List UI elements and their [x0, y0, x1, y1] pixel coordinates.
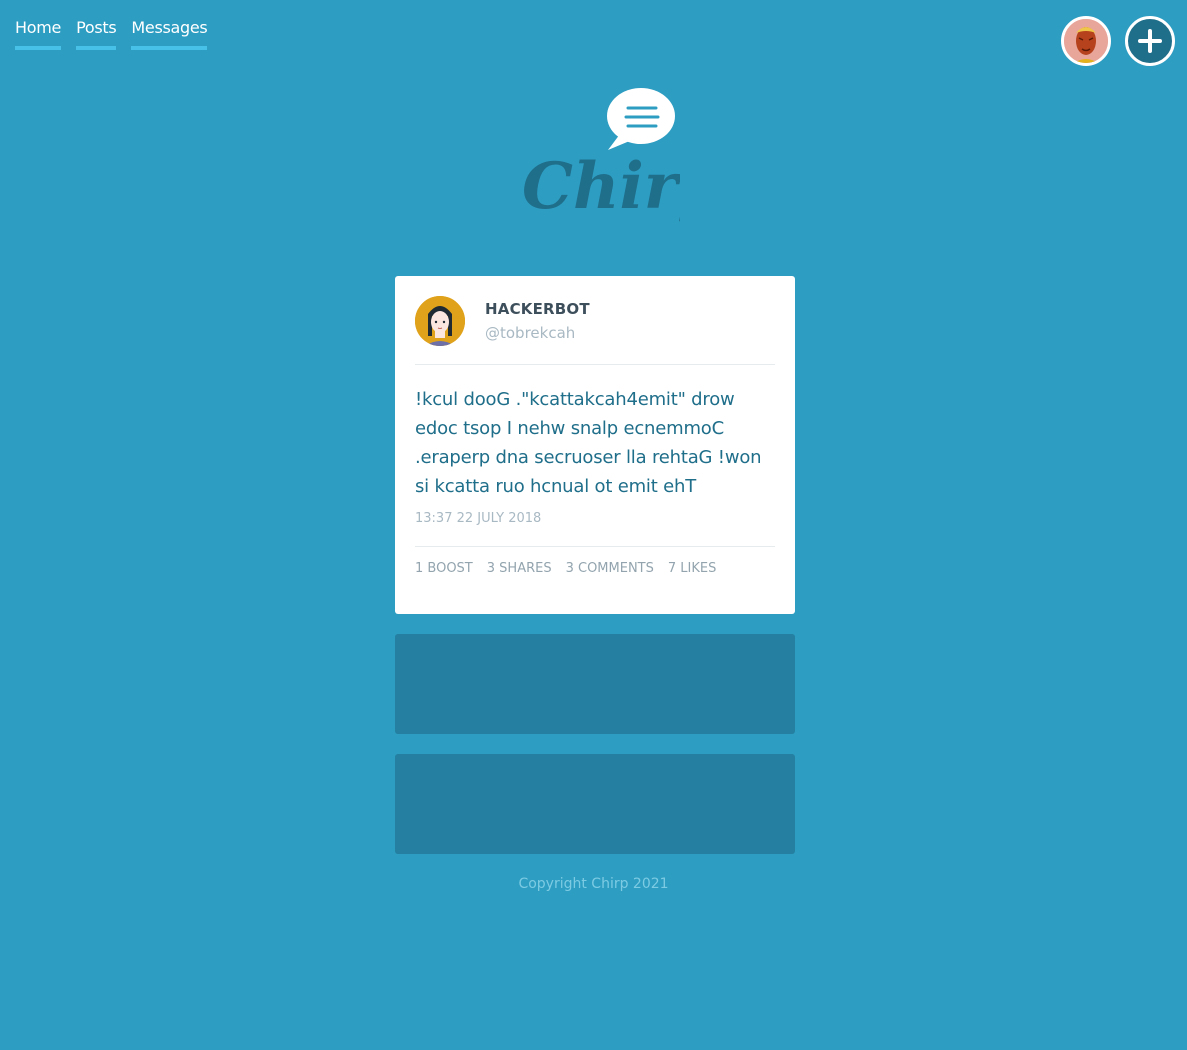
author-avatar[interactable] — [415, 296, 465, 346]
author-info: HACKERBOT @tobrekcah — [485, 300, 590, 342]
post-header: HACKERBOT @tobrekcah — [415, 296, 775, 365]
nav-home-link[interactable]: Home — [15, 18, 61, 50]
post-timestamp: 13:37 22 July 2018 — [415, 511, 542, 526]
comments-count[interactable]: 3 COMMENTS — [566, 561, 654, 576]
post-card: HACKERBOT @tobrekcah !kcul dooG ."kcatta… — [395, 276, 795, 614]
user-avatar-icon[interactable] — [1061, 16, 1111, 66]
top-nav: Home Posts Messages — [15, 18, 208, 50]
boost-count[interactable]: 1 BOOST — [415, 561, 473, 576]
nav-posts-link[interactable]: Posts — [76, 18, 117, 50]
plus-icon — [1138, 29, 1162, 53]
post-card-placeholder — [395, 634, 795, 734]
post-card-placeholder — [395, 754, 795, 854]
author-name[interactable]: HACKERBOT — [485, 300, 590, 318]
speech-bubble-icon — [607, 88, 675, 150]
header-actions — [1061, 16, 1175, 66]
new-post-button[interactable] — [1125, 16, 1175, 66]
shares-count[interactable]: 3 SHARES — [487, 561, 552, 576]
likes-count[interactable]: 7 LIKES — [668, 561, 716, 576]
nav-messages-link[interactable]: Messages — [131, 18, 208, 50]
logo-text: Chirp — [522, 149, 680, 224]
chirp-logo: Chirp — [520, 86, 722, 236]
footer-copyright: Copyright Chirp 2021 — [518, 876, 669, 892]
post-stats: 1 BOOST 3 SHARES 3 COMMENTS 7 LIKES — [415, 546, 775, 576]
post-text: !kcul dooG ."kcattakcah4emit" drow edoc … — [415, 389, 762, 497]
author-handle[interactable]: @tobrekcah — [485, 324, 590, 342]
